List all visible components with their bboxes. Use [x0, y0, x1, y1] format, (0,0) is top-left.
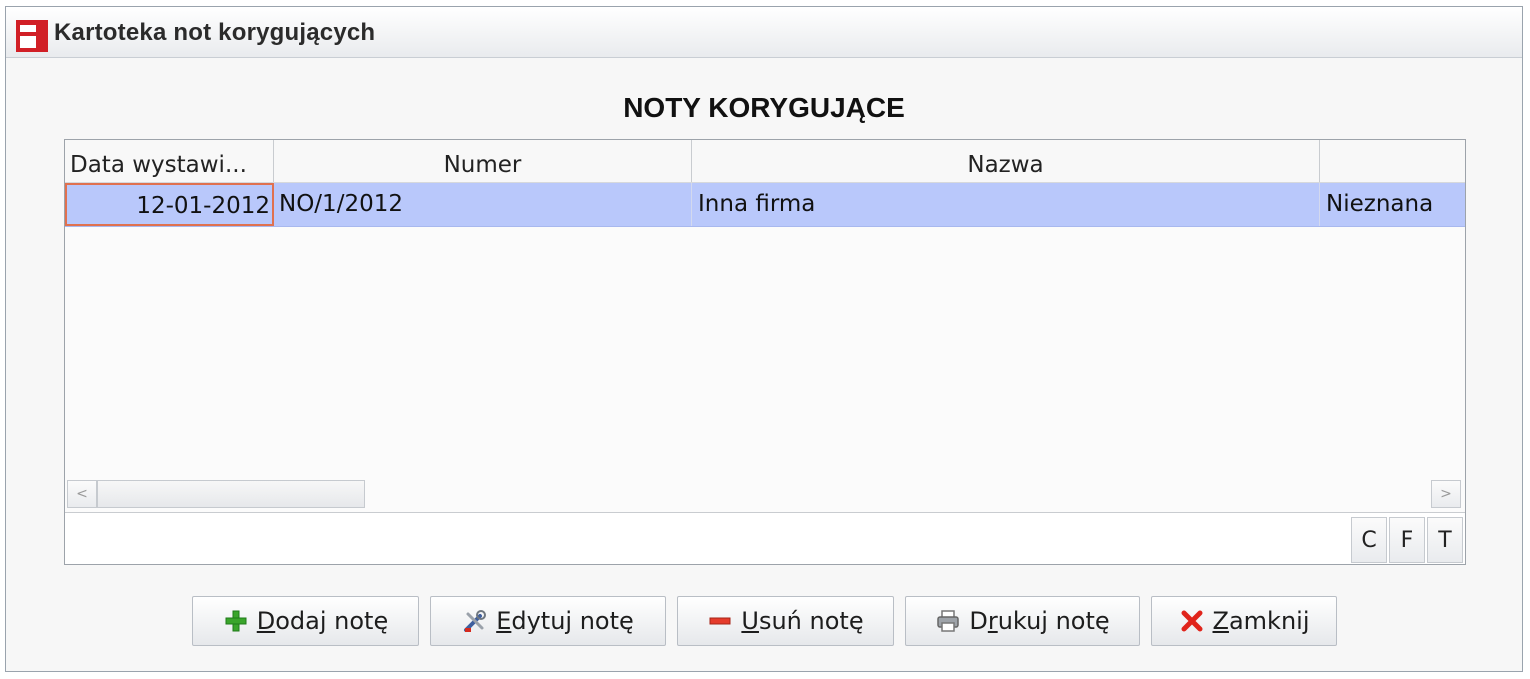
dialog-content: NOTY KORYGUJĄCE Data wystawi... Numer Na… — [6, 58, 1522, 671]
window-title: Kartoteka not korygujących — [54, 19, 376, 46]
filter-c-button[interactable]: C — [1351, 517, 1387, 563]
table-header: Data wystawi... Numer Nazwa — [65, 140, 1465, 183]
page-title: NOTY KORYGUJĄCE — [623, 92, 905, 123]
scroll-thumb[interactable] — [97, 480, 365, 508]
edit-note-label: Edytuj notę — [496, 607, 634, 635]
close-label: Zamknij — [1212, 607, 1310, 635]
edit-note-button[interactable]: Edytuj notę — [430, 596, 666, 646]
notes-table: Data wystawi... Numer Nazwa 12-01-2012 N… — [64, 139, 1466, 565]
column-header-date[interactable]: Data wystawi... — [65, 140, 274, 182]
horizontal-scrollbar[interactable]: < > — [65, 478, 1465, 512]
cell-date[interactable]: 12-01-2012 — [65, 183, 274, 226]
delete-note-button[interactable]: Usuń notę — [677, 596, 894, 646]
filter-bar: C F T — [65, 512, 1465, 564]
print-note-label: Drukuj notę — [969, 607, 1110, 635]
print-note-button[interactable]: Drukuj notę — [905, 596, 1140, 646]
column-header-extra[interactable] — [1320, 140, 1465, 182]
cell-name[interactable]: Inna firma — [692, 183, 1320, 226]
column-header-name[interactable]: Nazwa — [692, 140, 1320, 182]
title-bar[interactable]: Kartoteka not korygujących — [6, 7, 1522, 58]
table-row[interactable]: 12-01-2012 NO/1/2012 Inna firma Nieznana — [65, 183, 1465, 227]
plus-icon — [225, 610, 247, 632]
close-icon — [1181, 610, 1202, 632]
add-note-label: Dodaj notę — [256, 607, 389, 635]
add-note-button[interactable]: Dodaj notę — [192, 596, 419, 646]
close-button[interactable]: Zamknij — [1151, 596, 1337, 646]
cell-number[interactable]: NO/1/2012 — [274, 183, 692, 226]
scroll-right-button[interactable]: > — [1431, 480, 1461, 508]
scroll-left-button[interactable]: < — [67, 480, 97, 508]
delete-note-label: Usuń notę — [741, 607, 864, 635]
column-header-number[interactable]: Numer — [274, 140, 692, 182]
tools-icon — [464, 610, 487, 632]
app-logo-icon — [16, 20, 48, 52]
printer-icon — [937, 610, 960, 632]
filter-t-button[interactable]: T — [1427, 517, 1463, 563]
cell-extra[interactable]: Nieznana — [1320, 183, 1465, 226]
minus-icon — [709, 617, 731, 625]
action-bar: Dodaj notę Edytuj notę Usuń notę Drukuj … — [6, 596, 1522, 648]
dialog-window: Kartoteka not korygujących NOTY KORYGUJĄ… — [5, 6, 1523, 672]
filter-f-button[interactable]: F — [1389, 517, 1425, 563]
